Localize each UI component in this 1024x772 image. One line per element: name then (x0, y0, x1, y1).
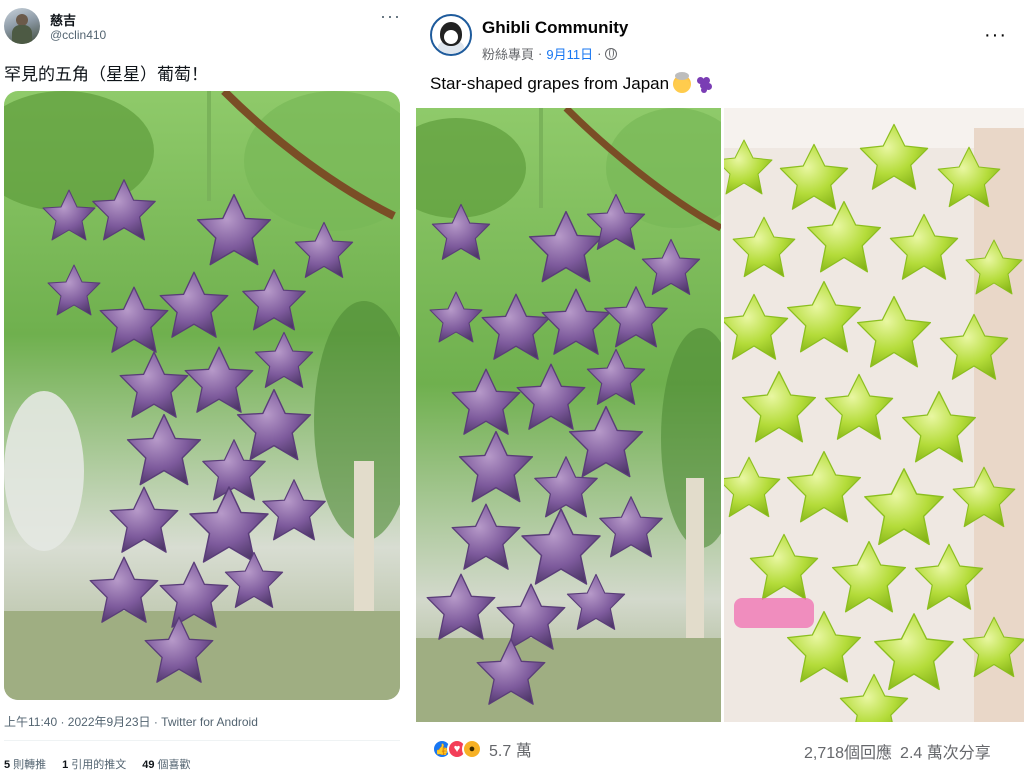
user-handle[interactable]: @cclin410 (50, 28, 106, 42)
facebook-post: Ghibli Community 粉絲專頁 · 9月11日 · ··· Star… (416, 0, 1024, 770)
avatar[interactable] (4, 8, 40, 44)
engagement-counts: 2,718個回應 2.4 萬次分享 (804, 739, 991, 763)
page-name[interactable]: Ghibli Community (482, 18, 628, 38)
tweet-photo[interactable] (4, 91, 400, 700)
more-options-icon[interactable]: ··· (984, 24, 1007, 47)
post-photo-green[interactable] (724, 108, 1024, 722)
wow-icon: ● (462, 739, 482, 759)
globe-icon (605, 47, 618, 60)
divider (4, 740, 400, 741)
post-meta: 粉絲專頁 · 9月11日 · (482, 44, 618, 63)
panel-divider (408, 0, 416, 770)
reaction-count: 5.7 萬 (489, 743, 532, 760)
post-photo-purple[interactable] (416, 108, 721, 722)
tweet-timestamp[interactable]: 上午11:40 · 2022年9月23日 · Twitter for Andro… (4, 713, 258, 730)
tweet-text: 罕見的五角（星星）葡萄！ (4, 65, 208, 84)
display-name[interactable]: 慈吉 (50, 10, 76, 29)
grapes-emoji-icon (695, 75, 713, 93)
page-type: 粉絲專頁 (482, 47, 535, 62)
mind-blown-emoji-icon (673, 72, 692, 93)
comment-count[interactable]: 2,718個回應 (804, 739, 892, 763)
share-count[interactable]: 2.4 萬次分享 (900, 739, 991, 763)
page-avatar[interactable] (430, 14, 472, 56)
post-text: Star-shaped grapes from Japan (430, 72, 713, 94)
tweet-card: 慈吉 @cclin410 ··· 罕見的五角（星星）葡萄！ 上午11:40 · … (0, 0, 408, 771)
more-options-icon[interactable]: ··· (380, 6, 401, 27)
post-date[interactable]: 9月11日 (546, 44, 593, 63)
reactions[interactable]: 👍 ♥ ● 5.7 萬 (432, 737, 532, 761)
